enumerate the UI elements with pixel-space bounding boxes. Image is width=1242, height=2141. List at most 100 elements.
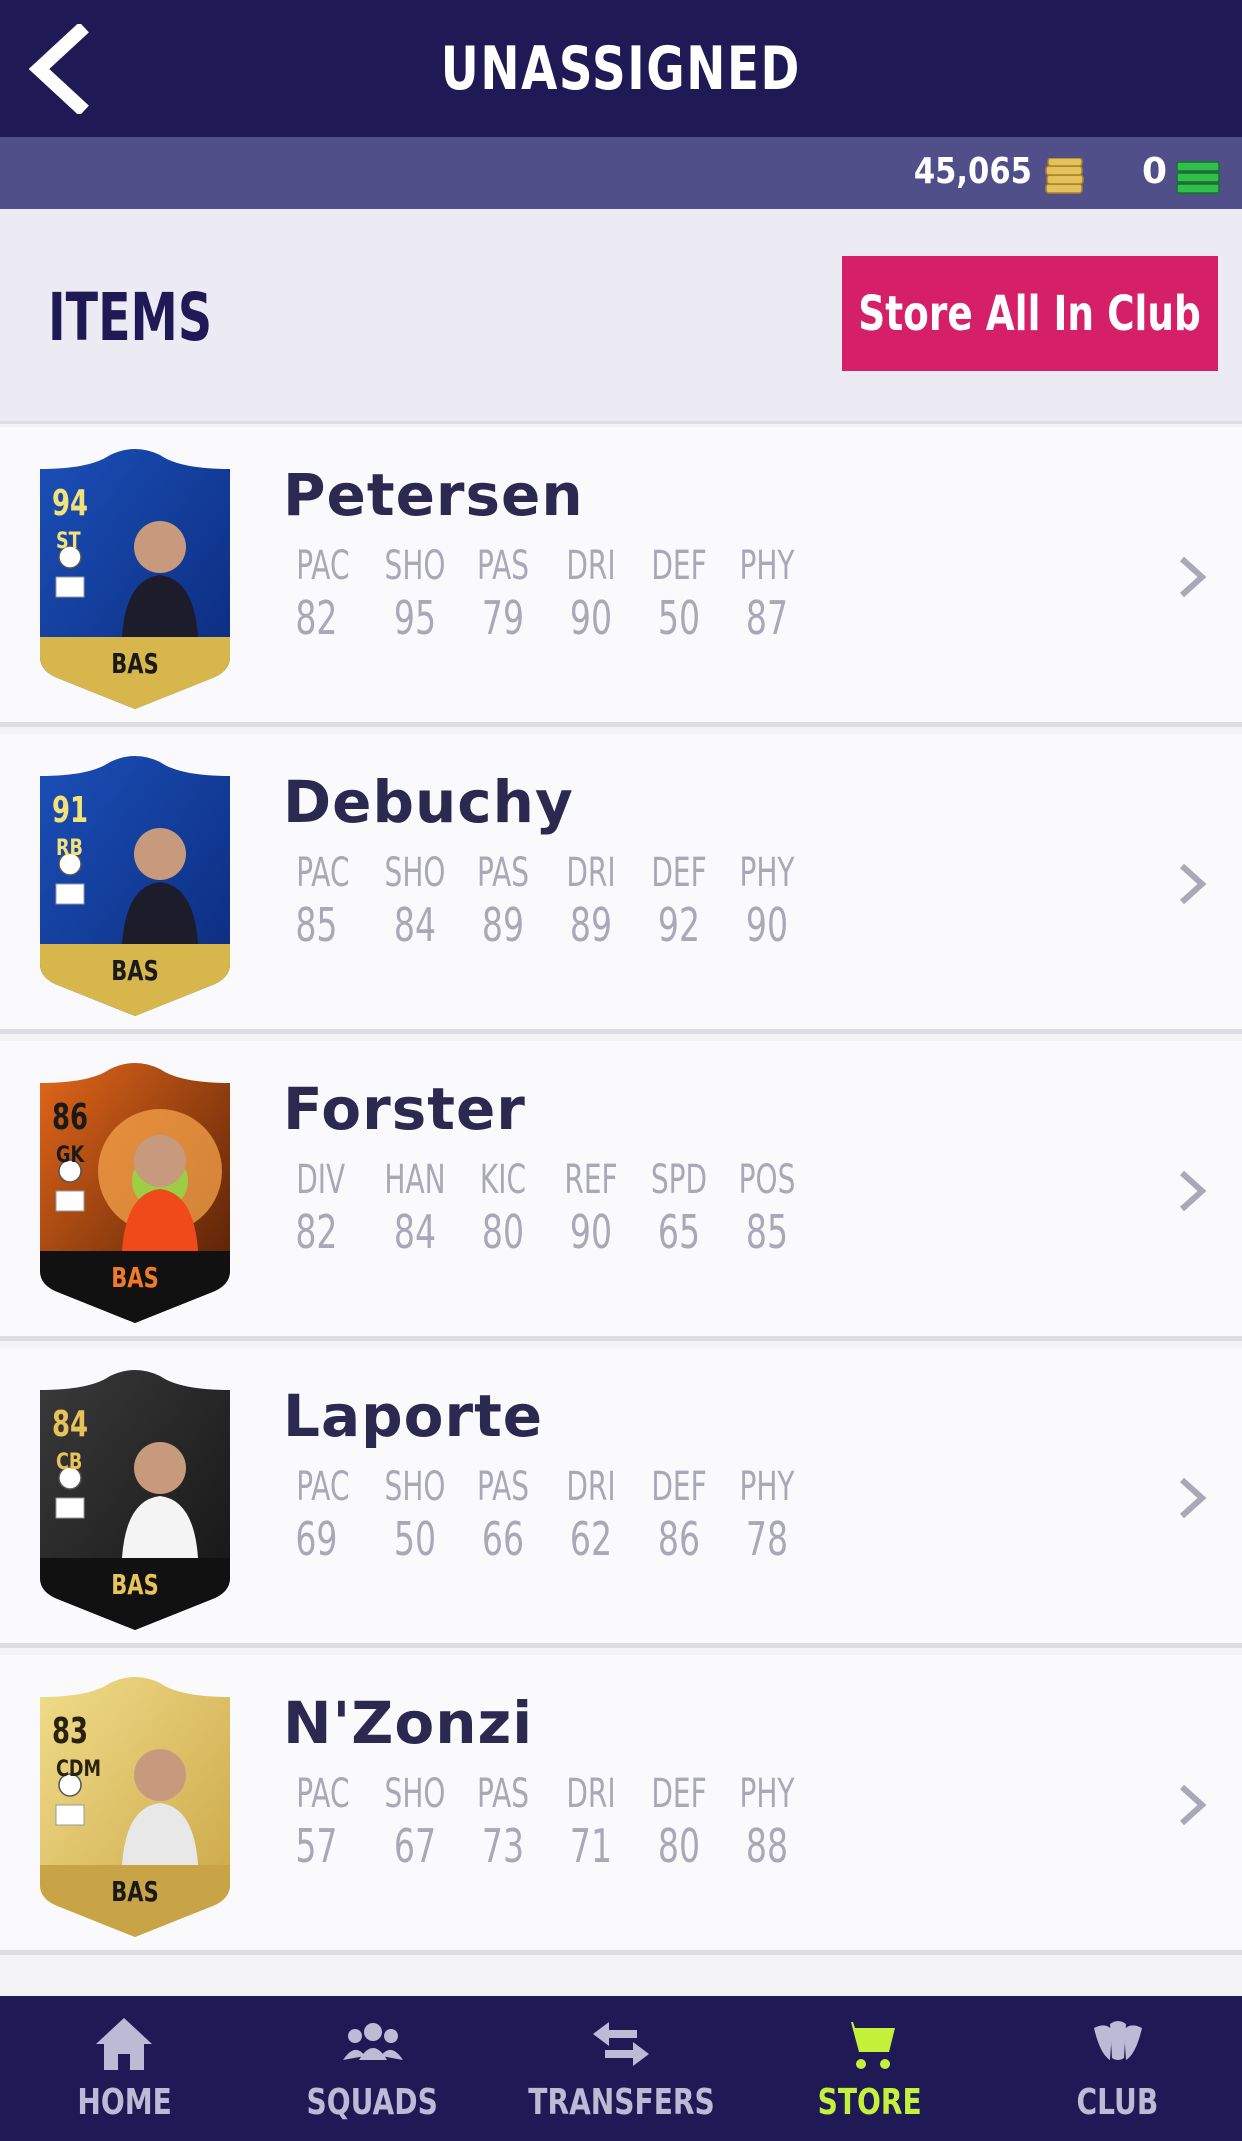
stat-value: 90 — [745, 898, 789, 952]
top-bar: UNASSIGNED — [0, 0, 1242, 137]
stat-value: 85 — [745, 1205, 789, 1259]
stat-value: 69 — [295, 1512, 338, 1566]
player-row[interactable]: 83 CDM BAS N'Zonzi PAC 57 SHO 67 PAS 73 DRI 71 DEF 80… — [0, 1655, 1242, 1955]
player-row[interactable]: 84 CB BAS Laporte PAC 69 SHO 50 PAS 66 DRI 62 DEF 86 P… — [0, 1348, 1242, 1648]
player-row[interactable]: 91 RB BAS Debuchy PAC 85 SHO 84 PAS 89 DRI 89 DEF 92 P… — [0, 734, 1242, 1034]
player-stats: DIV 82 HAN 84 KIC 80 REF 90 SPD 65 POS 85 — [283, 1157, 811, 1259]
player-name: N'Zonzi — [283, 1689, 534, 1757]
stat-label: PAS — [476, 850, 530, 896]
squads-icon — [342, 2023, 403, 2060]
stat-value: 57 — [295, 1819, 338, 1873]
chevron-right-icon[interactable] — [1172, 1468, 1212, 1528]
stat: DRI 62 — [547, 1464, 635, 1566]
stat-label: DEF — [651, 850, 707, 896]
stat: KIC 80 — [459, 1157, 547, 1259]
player-stats: PAC 82 SHO 95 PAS 79 DRI 90 DEF 50 PHY 87 — [283, 543, 811, 645]
player-stats: PAC 57 SHO 67 PAS 73 DRI 71 DEF 80 PHY 88 — [283, 1771, 811, 1873]
stat-value: 73 — [481, 1819, 525, 1873]
stat-value: 67 — [393, 1819, 437, 1873]
stat: PAS 79 — [459, 543, 547, 645]
points-balance: 0 — [1142, 151, 1168, 192]
stat-value: 82 — [295, 591, 338, 645]
stat: SHO 95 — [371, 543, 459, 645]
player-row[interactable]: 94 ST BAS Petersen PAC 82 SHO 95 PAS 79 DRI 90 DEF 50… — [0, 427, 1242, 727]
nav-home[interactable]: HOME — [0, 1996, 248, 2141]
stat: DIV 82 — [283, 1157, 371, 1259]
stat-value: 65 — [657, 1205, 701, 1259]
card-chemistry-style: BAS — [111, 954, 159, 987]
stat-value: 90 — [569, 1205, 613, 1259]
stat-label: DEF — [651, 543, 707, 589]
nav-label: TRANSFERS — [527, 2082, 715, 2123]
player-card: 84 CB BAS — [30, 1368, 240, 1638]
chevron-right-icon[interactable] — [1172, 1161, 1212, 1221]
stat: PAC 69 — [283, 1464, 371, 1566]
card-rating: 94 — [52, 483, 89, 524]
stat-value: 84 — [393, 898, 437, 952]
stat-label: REF — [564, 1157, 618, 1203]
items-header: ITEMS Store All In Club — [0, 209, 1242, 424]
stat-value: 89 — [481, 898, 525, 952]
stat: PHY 88 — [723, 1771, 811, 1873]
card-position: CB — [56, 1450, 83, 1475]
stat: SHO 50 — [371, 1464, 459, 1566]
stat-value: 92 — [657, 898, 701, 952]
stat: DRI 89 — [547, 850, 635, 952]
stat-label: PHY — [739, 850, 795, 896]
player-name: Debuchy — [283, 768, 574, 836]
chevron-right-icon[interactable] — [1172, 1775, 1212, 1835]
coins-icon — [1045, 158, 1084, 194]
nav-transfers[interactable]: TRANSFERS — [497, 1996, 745, 2141]
stat: HAN 84 — [371, 1157, 459, 1259]
stat: PAS 89 — [459, 850, 547, 952]
stat: DEF 80 — [635, 1771, 723, 1873]
stat: SPD 65 — [635, 1157, 723, 1259]
stat-value: 50 — [657, 591, 701, 645]
stat-label: PHY — [739, 1464, 795, 1510]
nav-club[interactable]: CLUB — [994, 1996, 1242, 2141]
nav-squads[interactable]: SQUADS — [248, 1996, 496, 2141]
stat: PAS 73 — [459, 1771, 547, 1873]
stat: PAS 66 — [459, 1464, 547, 1566]
stat-label: POS — [738, 1157, 796, 1203]
stat: DEF 50 — [635, 543, 723, 645]
stat: DEF 92 — [635, 850, 723, 952]
stat-label: SHO — [384, 1464, 446, 1510]
nav-store[interactable]: STORE — [745, 1996, 993, 2141]
stat: PHY 87 — [723, 543, 811, 645]
stat-value: 79 — [481, 591, 525, 645]
items-label: ITEMS — [48, 279, 213, 356]
stat-label: PAC — [296, 1464, 350, 1510]
coins-balance: 45,065 — [913, 151, 1032, 192]
player-card: 91 RB BAS — [30, 754, 240, 1024]
stat-value: 71 — [569, 1819, 613, 1873]
stat-value: 87 — [745, 591, 789, 645]
stat-label: DRI — [566, 543, 616, 589]
stat-label: PAS — [476, 1464, 530, 1510]
player-row[interactable]: 86 GK BAS Forster DIV 82 HAN 84 KIC 80 REF 90 SPD 65 P… — [0, 1041, 1242, 1341]
chevron-right-icon[interactable] — [1172, 854, 1212, 914]
stat-value: 88 — [745, 1819, 789, 1873]
card-rating: 84 — [52, 1404, 89, 1445]
stat-value: 50 — [393, 1512, 437, 1566]
player-stats: PAC 69 SHO 50 PAS 66 DRI 62 DEF 86 PHY 78 — [283, 1464, 811, 1566]
stat-value: 78 — [745, 1512, 789, 1566]
back-arrow-icon[interactable] — [24, 24, 94, 114]
chevron-right-icon[interactable] — [1172, 547, 1212, 607]
stat-label: KIC — [479, 1157, 527, 1203]
player-card: 94 ST BAS — [30, 447, 240, 717]
stat-label: DRI — [566, 1771, 616, 1817]
stat-value: 80 — [657, 1819, 701, 1873]
card-rating: 83 — [52, 1711, 89, 1752]
stat-value: 90 — [569, 591, 613, 645]
card-rating: 86 — [52, 1097, 89, 1138]
stat: DRI 71 — [547, 1771, 635, 1873]
stat-value: 89 — [569, 898, 613, 952]
store-all-in-club-button[interactable]: Store All In Club — [842, 256, 1218, 371]
stat: PHY 78 — [723, 1464, 811, 1566]
stat-value: 95 — [393, 591, 437, 645]
stat-label: PHY — [739, 1771, 795, 1817]
stat-value: 82 — [295, 1205, 338, 1259]
transfers-icon — [593, 2022, 650, 2066]
stat-label: SHO — [384, 850, 446, 896]
